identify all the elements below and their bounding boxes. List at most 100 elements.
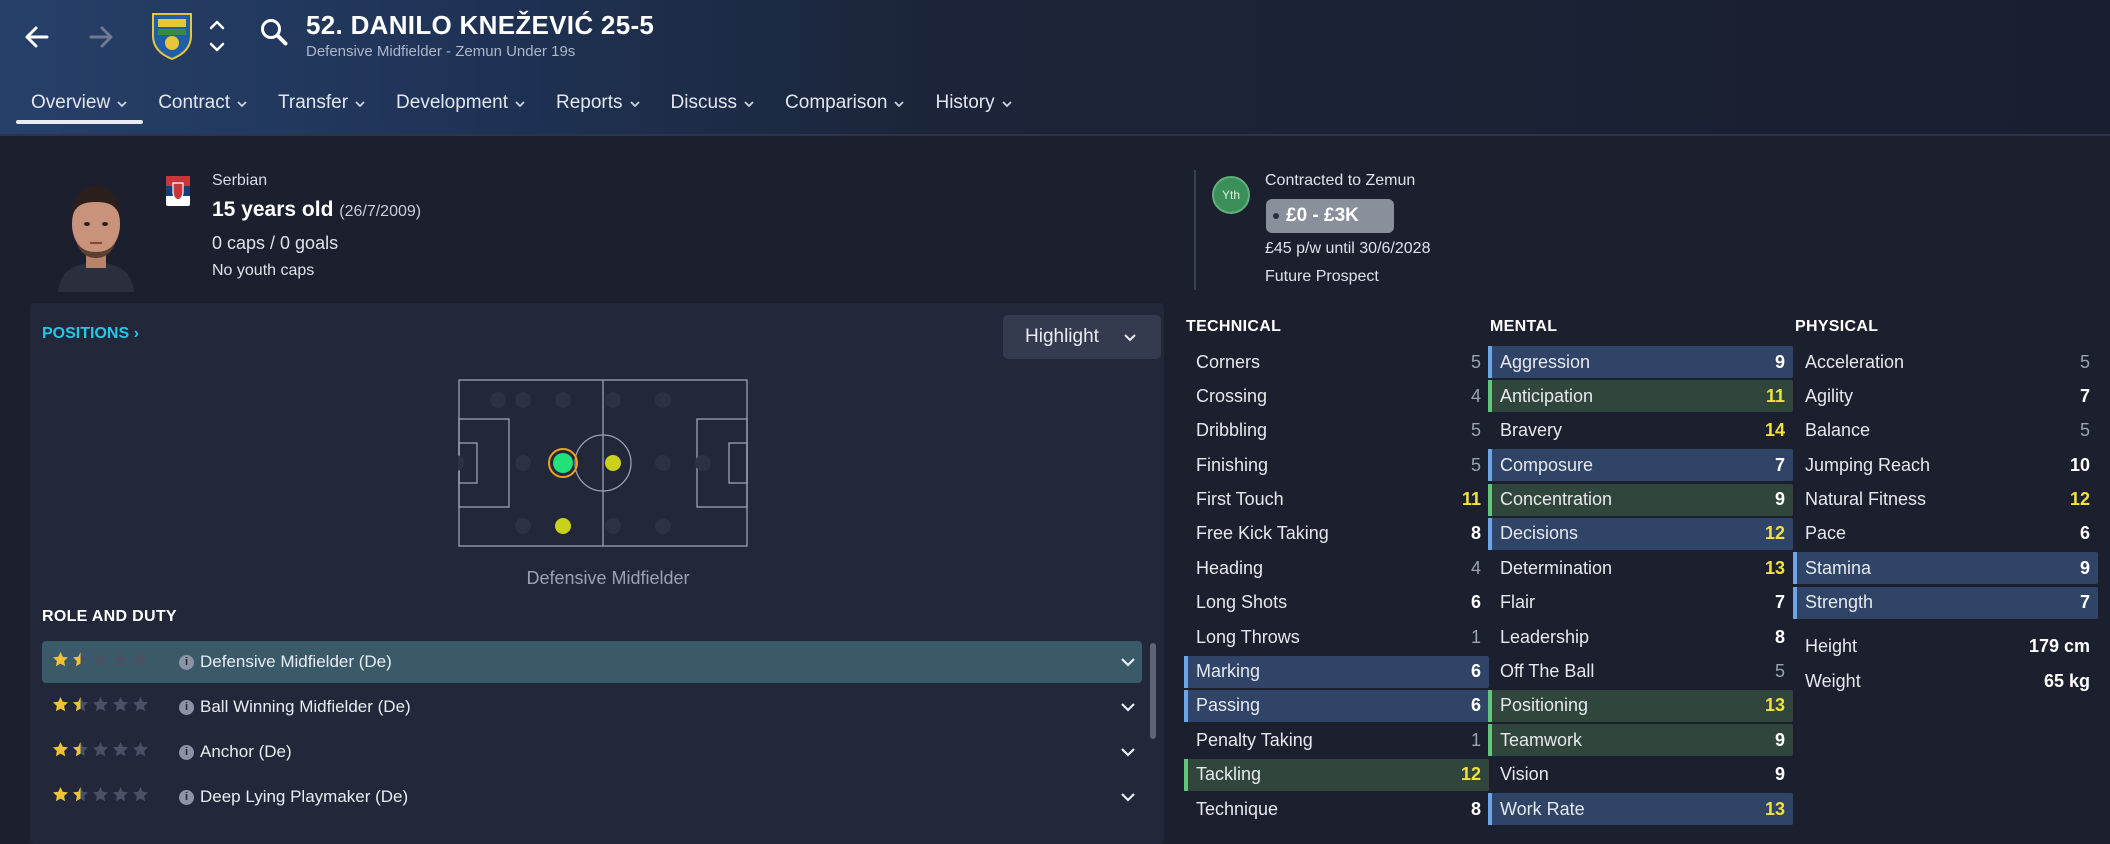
attribute-row[interactable]: Stamina 9 bbox=[1793, 552, 2098, 585]
attribute-row[interactable]: Strength 7 bbox=[1793, 586, 2098, 619]
attribute-row[interactable]: Balance 5 bbox=[1793, 415, 2098, 447]
attribute-row[interactable]: Acceleration 5 bbox=[1793, 346, 2098, 378]
attribute-row[interactable]: Agility 7 bbox=[1793, 380, 2098, 412]
attribute-row[interactable]: Tackling 12 bbox=[1184, 758, 1489, 791]
attribute-name: Penalty Taking bbox=[1196, 729, 1313, 750]
attribute-value: 6 bbox=[1470, 695, 1481, 716]
attribute-value: 5 bbox=[2079, 420, 2090, 441]
tab-discuss[interactable]: Discuss bbox=[656, 86, 771, 130]
attribute-row[interactable]: Crossing 4 bbox=[1184, 380, 1489, 412]
attribute-name: Passing bbox=[1196, 695, 1261, 716]
forward-arrow-icon[interactable] bbox=[78, 14, 124, 60]
star-icon bbox=[112, 786, 129, 808]
info-icon[interactable]: i bbox=[179, 654, 194, 670]
attribute-name: Concentration bbox=[1500, 489, 1613, 510]
attribute-row[interactable]: Passing 6 bbox=[1184, 689, 1489, 722]
attribute-row[interactable]: Technique 8 bbox=[1184, 793, 1489, 825]
attribute-value: 7 bbox=[1774, 592, 1785, 613]
info-icon[interactable]: i bbox=[179, 789, 194, 805]
club-badge-icon[interactable] bbox=[150, 10, 194, 61]
attribute-row[interactable]: Long Shots 6 bbox=[1184, 587, 1489, 619]
attribute-row[interactable]: Corners 5 bbox=[1184, 346, 1489, 378]
accomplished-position-dot bbox=[555, 518, 571, 534]
role-list-scrollbar[interactable] bbox=[1150, 643, 1156, 739]
transfer-value-tag[interactable]: £0 - £3K bbox=[1266, 199, 1394, 233]
attribute-row[interactable]: First Touch 11 bbox=[1184, 484, 1489, 516]
youth-caps: No youth caps bbox=[212, 262, 315, 279]
attribute-row[interactable]: Long Throws 1 bbox=[1184, 621, 1489, 653]
search-icon[interactable] bbox=[258, 16, 292, 50]
chevron-down-icon[interactable] bbox=[1120, 700, 1136, 714]
technical-title: TECHNICAL bbox=[1186, 318, 1282, 335]
role-row[interactable]: i Deep Lying Playmaker (De) bbox=[42, 776, 1142, 818]
attribute-value: 14 bbox=[1764, 420, 1785, 441]
tab-reports[interactable]: Reports bbox=[541, 86, 656, 130]
tab-overview[interactable]: Overview bbox=[16, 86, 144, 130]
role-duty-title: ROLE AND DUTY bbox=[42, 608, 177, 625]
attribute-row[interactable]: Decisions 12 bbox=[1488, 517, 1793, 550]
tab-comparison[interactable]: Comparison bbox=[770, 86, 920, 130]
tab-history[interactable]: History bbox=[920, 86, 1027, 130]
attribute-row[interactable]: Marking 6 bbox=[1184, 655, 1489, 688]
attribute-name: Heading bbox=[1196, 557, 1264, 578]
attribute-row[interactable]: Teamwork 9 bbox=[1488, 724, 1793, 757]
attribute-row[interactable]: Off The Ball 5 bbox=[1488, 656, 1793, 688]
attribute-row[interactable]: Vision 9 bbox=[1488, 759, 1793, 791]
attribute-row[interactable]: Free Kick Taking 8 bbox=[1184, 518, 1489, 550]
attribute-row[interactable]: Flair 7 bbox=[1488, 587, 1793, 619]
chevron-down-icon bbox=[1124, 334, 1136, 342]
tab-transfer[interactable]: Transfer bbox=[263, 86, 381, 130]
attribute-row[interactable]: Dribbling 5 bbox=[1184, 415, 1489, 447]
attribute-row[interactable]: Bravery 14 bbox=[1488, 415, 1793, 447]
attribute-row[interactable]: Leadership 8 bbox=[1488, 621, 1793, 653]
attribute-row[interactable]: Heading 4 bbox=[1184, 552, 1489, 584]
attribute-row[interactable]: Composure 7 bbox=[1488, 449, 1793, 482]
attribute-row[interactable]: Aggression 9 bbox=[1488, 346, 1793, 378]
tab-development[interactable]: Development bbox=[381, 86, 541, 130]
chevron-down-icon[interactable] bbox=[1120, 790, 1136, 804]
attribute-value: 9 bbox=[2079, 557, 2090, 578]
attribute-row[interactable]: Penalty Taking 1 bbox=[1184, 724, 1489, 756]
youth-status-badge: Yth bbox=[1212, 176, 1250, 214]
attribute-row[interactable]: Determination 13 bbox=[1488, 552, 1793, 584]
tab-label: Discuss bbox=[670, 92, 738, 113]
tab-label: Overview bbox=[31, 92, 111, 113]
chevron-down-icon bbox=[237, 101, 247, 108]
up-down-chevron-icon[interactable] bbox=[206, 14, 228, 58]
info-icon[interactable]: i bbox=[179, 744, 194, 760]
tab-label: Transfer bbox=[278, 92, 349, 113]
attribute-name: Positioning bbox=[1500, 695, 1589, 716]
attribute-row[interactable]: Anticipation 11 bbox=[1488, 380, 1793, 413]
attribute-name: Bravery bbox=[1500, 420, 1563, 441]
attribute-row[interactable]: Concentration 9 bbox=[1488, 483, 1793, 516]
attribute-row[interactable]: Pace 6 bbox=[1793, 518, 2098, 550]
star-icon bbox=[132, 651, 149, 673]
height-label: Height bbox=[1805, 636, 1858, 657]
attribute-name: Flair bbox=[1500, 592, 1535, 613]
mental-attributes: MENTAL Aggression 9 Anticipation 11 Bravery 1… bbox=[1488, 318, 1793, 827]
tab-label: Comparison bbox=[785, 92, 888, 113]
nationality-label: Serbian bbox=[212, 172, 268, 189]
role-row[interactable]: i Defensive Midfielder (De) bbox=[42, 641, 1142, 683]
attribute-value: 9 bbox=[1774, 351, 1785, 372]
attribute-value: 7 bbox=[2079, 385, 2090, 406]
chevron-down-icon bbox=[117, 101, 127, 108]
role-row[interactable]: i Anchor (De) bbox=[42, 731, 1142, 773]
attribute-row[interactable]: Work Rate 13 bbox=[1488, 793, 1793, 826]
tab-contract[interactable]: Contract bbox=[143, 86, 263, 130]
physical-measurements: Height 179 cm Weight 65 kg bbox=[1793, 631, 2098, 697]
attribute-row[interactable]: Jumping Reach 10 bbox=[1793, 449, 2098, 481]
attribute-value: 11 bbox=[1765, 385, 1785, 406]
highlight-dropdown[interactable]: Highlight bbox=[1003, 315, 1161, 359]
role-row[interactable]: i Ball Winning Midfielder (De) bbox=[42, 686, 1142, 728]
attribute-row[interactable]: Finishing 5 bbox=[1184, 449, 1489, 481]
attribute-row[interactable]: Natural Fitness 12 bbox=[1793, 484, 2098, 516]
chevron-down-icon[interactable] bbox=[1120, 745, 1136, 759]
attribute-name: Stamina bbox=[1805, 557, 1872, 578]
info-icon[interactable]: i bbox=[179, 699, 194, 715]
star-icon bbox=[92, 696, 109, 718]
positions-link[interactable]: POSITIONS › bbox=[42, 325, 139, 343]
chevron-down-icon[interactable] bbox=[1120, 655, 1136, 669]
attribute-row[interactable]: Positioning 13 bbox=[1488, 689, 1793, 722]
back-arrow-icon[interactable] bbox=[14, 14, 60, 60]
